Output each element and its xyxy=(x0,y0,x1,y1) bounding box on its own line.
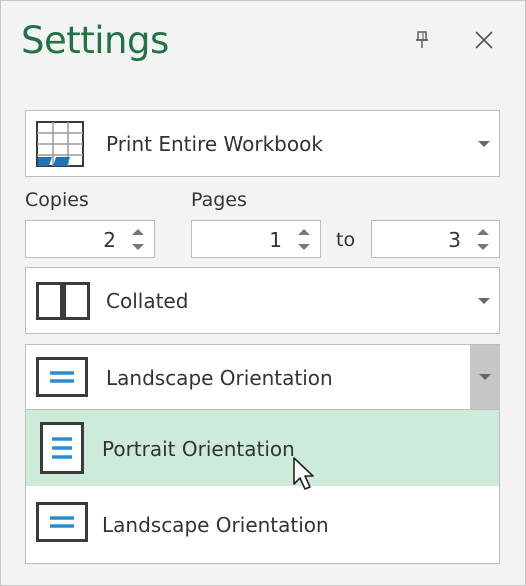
pages-to-decrement-button[interactable] xyxy=(477,244,489,250)
pages-to-increment-button[interactable] xyxy=(477,229,489,235)
portrait-orientation-icon xyxy=(40,422,84,479)
landscape-orientation-icon xyxy=(36,502,88,547)
orientation-options-list: Portrait Orientation Landscape Orientati… xyxy=(25,409,500,564)
print-what-dropdown[interactable]: Print Entire Workbook xyxy=(25,110,500,177)
print-what-label: Print Entire Workbook xyxy=(106,132,323,156)
close-icon xyxy=(474,30,494,55)
chevron-down-icon xyxy=(478,298,490,304)
pin-icon xyxy=(413,30,431,55)
chevron-down-icon xyxy=(478,141,490,147)
pages-from-increment-button[interactable] xyxy=(298,229,310,235)
pages-from-stepper[interactable]: 1 xyxy=(191,220,321,258)
collation-dropdown[interactable]: Collated xyxy=(25,267,500,334)
copies-increment-button[interactable] xyxy=(132,229,144,235)
collated-pages-icon xyxy=(36,282,90,325)
pages-to-stepper[interactable]: 3 xyxy=(371,220,500,258)
close-button[interactable] xyxy=(469,27,499,57)
pages-label: Pages xyxy=(191,189,247,211)
settings-panel: Settings Print Entire Workbook Copies Pa… xyxy=(0,0,526,586)
copies-decrement-button[interactable] xyxy=(132,244,144,250)
landscape-orientation-icon xyxy=(36,357,88,402)
copies-value: 2 xyxy=(103,228,116,252)
orientation-dropdown-button[interactable] xyxy=(470,345,500,409)
orientation-dropdown[interactable]: Landscape Orientation xyxy=(25,344,500,410)
workbook-grid-icon xyxy=(36,121,84,172)
portrait-option-label: Portrait Orientation xyxy=(102,437,295,461)
panel-title: Settings xyxy=(21,19,169,62)
landscape-option-label: Landscape Orientation xyxy=(102,513,329,537)
orientation-option-portrait[interactable]: Portrait Orientation xyxy=(26,410,499,490)
collation-label: Collated xyxy=(106,289,189,313)
copies-label: Copies xyxy=(25,189,89,211)
pages-from-decrement-button[interactable] xyxy=(298,244,310,250)
pages-from-value: 1 xyxy=(269,228,282,252)
orientation-option-landscape[interactable]: Landscape Orientation xyxy=(26,487,499,563)
copies-stepper[interactable]: 2 xyxy=(25,220,155,258)
orientation-selected-label: Landscape Orientation xyxy=(106,366,333,390)
pages-to-label: to xyxy=(336,229,356,251)
chevron-down-icon xyxy=(479,374,491,380)
pages-to-value: 3 xyxy=(448,228,461,252)
pin-button[interactable] xyxy=(407,27,437,57)
